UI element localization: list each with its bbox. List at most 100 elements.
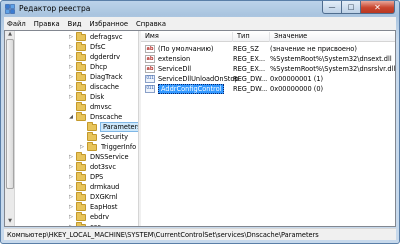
collapse-arrow-icon[interactable]: ◢ bbox=[67, 114, 75, 120]
tree-node[interactable]: ▷ DfsC bbox=[67, 41, 106, 52]
tree-node[interactable]: ▷ ccc bbox=[67, 221, 102, 226]
tree-node-label: defragsvc bbox=[90, 33, 123, 41]
tree-node[interactable]: ▷ EapHost bbox=[67, 201, 118, 212]
expand-arrow-icon[interactable]: ▷ bbox=[67, 224, 75, 226]
maximize-icon: □ bbox=[347, 3, 355, 11]
folder-icon bbox=[76, 71, 86, 81]
menu-file[interactable]: Файл bbox=[7, 20, 26, 28]
title-bar[interactable]: Редактор реестра — □ ✕ bbox=[1, 1, 399, 17]
value-data: %SystemRoot%\System32\dnsext.dll bbox=[270, 55, 392, 63]
value-row[interactable]: 011 AddrConfigControl REG_DW... 0x00000000 … bbox=[141, 84, 395, 94]
tree-node[interactable]: ▷ Dhcp bbox=[67, 61, 108, 72]
value-row[interactable]: ab ServiceDll REG_EX... %SystemRoot%\System… bbox=[141, 64, 395, 74]
value-row[interactable]: 011 ServiceDllUnloadOnStop REG_DW... 0x0000… bbox=[141, 74, 395, 84]
tree-node-label: Disk bbox=[90, 93, 105, 101]
expand-arrow-icon[interactable]: ▷ bbox=[78, 144, 86, 150]
tree-node[interactable]: ▷ DiagTrack bbox=[67, 71, 123, 82]
tree-node[interactable]: ▷ DNSService bbox=[67, 151, 130, 162]
tree-scrollbar[interactable]: ▲ ▼ bbox=[5, 31, 15, 226]
value-row[interactable]: ab (По умолчанию) REG_SZ (значение не присв… bbox=[141, 44, 395, 54]
tree-node-label: dgderdrv bbox=[90, 53, 121, 61]
close-icon: ✕ bbox=[374, 2, 381, 12]
folder-icon bbox=[76, 221, 86, 226]
value-data: 0x00000000 (0) bbox=[270, 85, 324, 93]
value-name-cell: ab (По умолчанию) bbox=[145, 45, 213, 53]
expand-arrow-icon[interactable]: ▷ bbox=[67, 174, 75, 180]
tree-node[interactable]: ▷ Disk bbox=[67, 91, 105, 102]
status-path: Компьютер\HKEY_LOCAL_MACHINE\SYSTEM\Curr… bbox=[7, 230, 319, 239]
registry-tree: ▲ ▼ ▷ defragsvc ▷ DfsC ▷ dgderdrv ▷ Dhcp ▷ DiagTr… bbox=[5, 31, 138, 226]
menu-edit[interactable]: Правка bbox=[34, 20, 60, 28]
string-value-icon: ab bbox=[145, 65, 155, 73]
tree-node[interactable]: ▷ dot3svc bbox=[67, 161, 117, 172]
column-data-header[interactable]: Значение bbox=[270, 32, 395, 42]
expand-arrow-icon[interactable]: ▷ bbox=[67, 34, 75, 40]
scrollbar-thumb[interactable] bbox=[6, 39, 14, 189]
folder-icon bbox=[76, 191, 86, 201]
string-value-icon: ab bbox=[145, 55, 155, 63]
expand-arrow-icon[interactable]: ▷ bbox=[67, 44, 75, 50]
column-header: Имя Тип Значение bbox=[141, 31, 395, 42]
minimize-button[interactable]: — bbox=[322, 1, 342, 14]
maximize-button[interactable]: □ bbox=[342, 1, 361, 14]
value-data: (значение не присвоено) bbox=[270, 45, 357, 53]
tree-node-label: EapHost bbox=[90, 203, 118, 211]
expand-arrow-icon[interactable]: ▷ bbox=[67, 84, 75, 90]
menu-help[interactable]: Справка bbox=[136, 20, 166, 28]
tree-node[interactable]: ▷ discache bbox=[67, 81, 120, 92]
status-bar: Компьютер\HKEY_LOCAL_MACHINE\SYSTEM\Curr… bbox=[4, 228, 396, 240]
registry-editor-window: Редактор реестра — □ ✕ Файл Правка Вид И… bbox=[0, 0, 400, 244]
expand-arrow-icon[interactable]: ▷ bbox=[67, 204, 75, 210]
column-name-header[interactable]: Имя bbox=[141, 32, 233, 42]
tree-node[interactable]: ◢ Dnscache bbox=[67, 111, 123, 122]
folder-icon bbox=[76, 61, 86, 71]
menu-view[interactable]: Вид bbox=[68, 20, 82, 28]
expand-arrow-icon[interactable]: ▷ bbox=[67, 164, 75, 170]
menu-favorites[interactable]: Избранное bbox=[89, 20, 128, 28]
tree-node[interactable]: ▷ drmkaud bbox=[67, 181, 120, 192]
scroll-up-icon[interactable]: ▲ bbox=[5, 31, 15, 39]
scroll-down-icon[interactable]: ▼ bbox=[5, 218, 15, 226]
tree-node[interactable]: ▷ defragsvc bbox=[67, 31, 123, 42]
expand-arrow-icon[interactable]: ▷ bbox=[67, 94, 75, 100]
minimize-icon: — bbox=[328, 3, 336, 11]
value-row[interactable]: ab extension REG_EX... %SystemRoot%\System3… bbox=[141, 54, 395, 64]
value-type: REG_EX... bbox=[233, 65, 266, 73]
tree-node[interactable]: ▷ ebdrv bbox=[67, 211, 110, 222]
value-data: 0x00000001 (1) bbox=[270, 75, 324, 83]
expand-arrow-icon[interactable]: ▷ bbox=[67, 184, 75, 190]
tree-node-label: TriggerInfo bbox=[101, 143, 137, 151]
tree-node-label: DXGKrnl bbox=[90, 193, 118, 201]
folder-icon bbox=[76, 181, 86, 191]
tree-node[interactable]: ▷ dgderdrv bbox=[67, 51, 121, 62]
menu-bar: Файл Правка Вид Избранное Справка bbox=[4, 17, 396, 30]
value-name: extension bbox=[158, 55, 191, 63]
expand-arrow-icon[interactable]: ▷ bbox=[67, 74, 75, 80]
folder-icon bbox=[76, 201, 86, 211]
close-button[interactable]: ✕ bbox=[361, 1, 395, 14]
value-type: REG_SZ bbox=[233, 45, 259, 53]
folder-icon bbox=[76, 81, 86, 91]
tree-node-label: drmkaud bbox=[90, 183, 120, 191]
expand-arrow-icon[interactable]: ▷ bbox=[67, 154, 75, 160]
expand-arrow-icon[interactable]: ▷ bbox=[67, 54, 75, 60]
folder-icon bbox=[76, 31, 86, 41]
folder-icon bbox=[76, 41, 86, 51]
expand-arrow-icon[interactable]: ▷ bbox=[67, 64, 75, 70]
value-name: (По умолчанию) bbox=[158, 45, 214, 53]
tree-node-label: dot3svc bbox=[90, 163, 116, 171]
expand-arrow-icon[interactable]: ▷ bbox=[67, 194, 75, 200]
registry-editor-icon bbox=[5, 4, 15, 14]
column-type-header[interactable]: Тип bbox=[233, 32, 270, 42]
tree-node[interactable]: ▷ TriggerInfo bbox=[78, 141, 137, 152]
tree-node[interactable]: ▷ DXGKrnl bbox=[67, 191, 119, 202]
expand-arrow-icon[interactable]: ▷ bbox=[67, 214, 75, 220]
value-name: ServiceDllUnloadOnStop bbox=[158, 75, 239, 83]
tree-node[interactable]: dmvsc bbox=[67, 101, 113, 112]
tree-node[interactable]: ▷ DPS bbox=[67, 171, 104, 182]
tree-node-label: Security bbox=[101, 133, 129, 141]
string-value-icon: ab bbox=[145, 45, 155, 53]
tree-node[interactable]: Security bbox=[78, 131, 129, 142]
window-title: Редактор реестра bbox=[19, 4, 91, 13]
tree-node[interactable]: Parameters bbox=[78, 121, 138, 132]
